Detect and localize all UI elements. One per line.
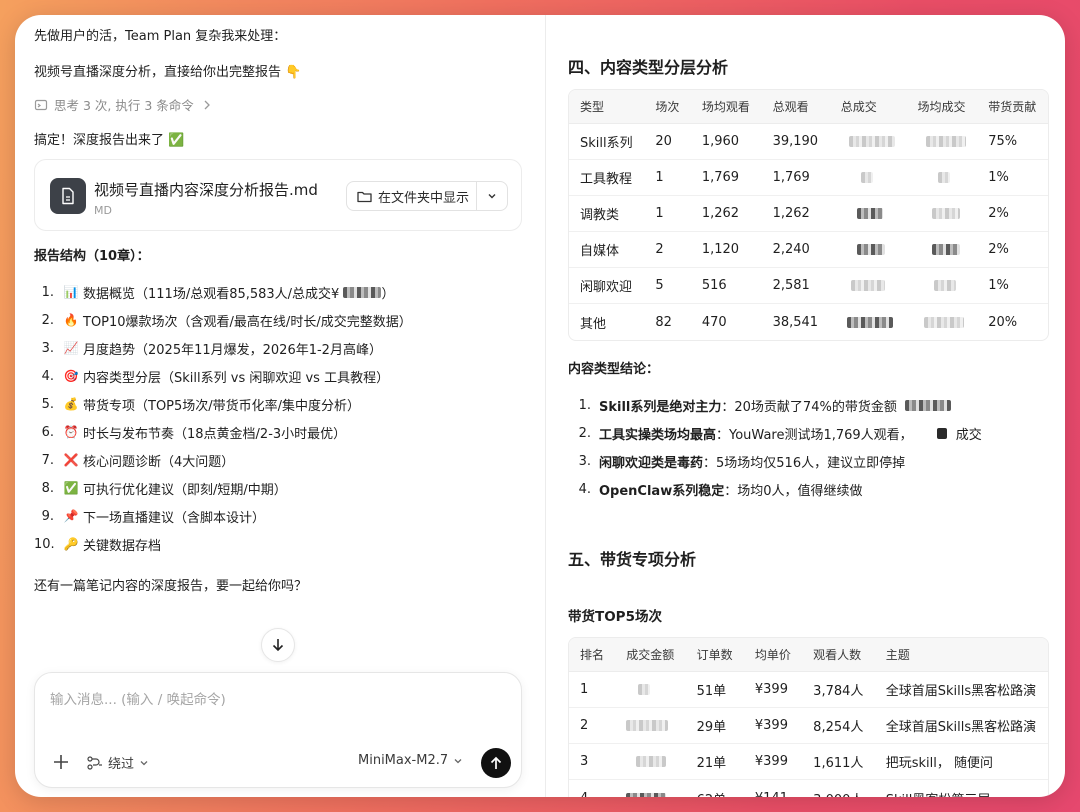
column-header: 均单价 [743,638,803,672]
structure-list: 1. 📊 数据概览（111场/总观看85,583人/总成交¥ ） 2. 🔥 TOP10爆… [34,278,412,558]
mode-selector[interactable]: 绕过 [87,753,149,772]
table-row: 2 29单 ¥399 8,254人 全球首届Skills黑客松路演 [569,708,1048,744]
column-header: 排名 [569,638,616,672]
redacted-cell [829,196,907,232]
column-header: 场均观看 [690,90,762,124]
conclusion-list: 1. Skill系列是绝对主力 ：20场贡献了74%的带货金额 2. 工具实操类场均最… [578,391,982,503]
redacted-value [343,286,382,298]
chevron-down-icon [140,760,148,765]
column-header: 观看人数 [802,638,875,672]
column-header: 订单数 [685,638,744,672]
show-in-folder-label: 在文件夹中显示 [378,190,470,206]
column-header: 总观看 [761,90,830,124]
section-heading: 四、内容类型分层分析 [568,58,729,77]
table-row: 自媒体 2 1,120 2,240 2% [569,232,1048,268]
model-label: MiniMax-M2.7 [358,753,449,768]
chevron-down-icon[interactable] [477,182,507,210]
content-type-table: 类型 场次 场均观看 总观看 总成交 场均成交 带货贡献 Skill系列 20 1,… [568,89,1049,341]
plus-icon[interactable] [51,752,71,772]
redacted-cell [906,124,978,160]
column-header: 成交金额 [615,638,686,672]
redacted-cell [830,304,907,340]
mode-label: 绕过 [108,757,135,772]
list-item: 2. 🔥 TOP10爆款场次（含观看/最高在线/时长/成交完整数据） [41,312,412,330]
message-line: 先做用户的活，Team Plan 复杂我来处理： [34,29,287,44]
table-row: 4 62单¥1413,000人Skill黑客松第三届 [569,780,1048,797]
thinking-summary[interactable]: 思考 3 次, 执行 3 条命令 [34,95,214,114]
subsection-heading: 带货TOP5场次 [568,609,662,625]
redacted-cell [829,232,907,268]
message-line: 搞定！深度报告出来了 ✅ [34,133,185,148]
list-item: 2. 工具实操类场均最高 ：YouWare测试场1,769人观看， 成交 [578,425,982,443]
structure-title: 报告结构（10章）： [34,249,150,264]
list-item: 4. 🎯 内容类型分层（Skill系列 vs 闲聊欢迎 vs 工具教程） [41,368,390,386]
redacted-cell [615,708,686,744]
arrow-down-icon [272,639,284,652]
file-title: 视频号直播内容深度分析报告.md [94,181,318,199]
column-header: 带货贡献 [977,90,1048,124]
list-item: 7. ❌ 核心问题诊断（4大问题） [41,452,235,470]
report-panel: 四、内容类型分层分析 类型 场次 场均观看 总观看 总成交 场均成交 带货贡献 … [546,15,1065,797]
conclusion-title: 内容类型结论： [568,362,660,377]
redacted-value [937,427,948,439]
message-line: 视频号直播深度分析，直接给你出完整报告 👇 [34,65,302,80]
list-item: 1. 📊 数据概览（111场/总观看85,583人/总成交¥ ） [41,284,395,302]
send-button[interactable] [481,748,511,778]
column-header: 场均成交 [906,90,978,124]
list-item: 4. OpenClaw系列稳定 ：场均0人，值得继续做 [578,481,863,499]
redacted-cell [829,124,907,160]
redacted-cell [615,780,685,797]
redacted-cell [906,196,978,232]
message-line: 还有一篇笔记内容的深度报告，要一起给你吗？ [34,579,308,594]
list-item: 9. 📌 下一场直播建议（含脚本设计） [41,508,266,526]
model-selector[interactable]: MiniMax-M2.7 [358,753,463,768]
chevron-down-icon [454,758,462,763]
list-item: 1. Skill系列是绝对主力 ：20场贡献了74%的带货金额 [579,391,982,419]
column-header: 类型 [569,90,645,124]
table-row: 闲聊欢迎 5 516 2,581 1% [569,268,1048,304]
bypass-icon [87,755,102,770]
terminal-icon [34,99,48,110]
list-item: 6. ⏰ 时长与发布节奏（18点黄金档/2-3小时最优） [41,424,347,442]
arrow-up-icon [490,756,502,769]
scroll-to-bottom-button[interactable] [261,628,295,662]
column-header: 主题 [874,638,1048,672]
column-header: 场次 [644,90,691,124]
chat-panel: 先做用户的活，Team Plan 复杂我来处理： 视频号直播深度分析，直接给你出… [15,15,545,797]
thinking-label: 思考 3 次, 执行 3 条命令 [54,98,194,113]
section-heading: 五、带货专项分析 [568,550,697,569]
message-composer[interactable]: 输入消息... (输入 / 唤起命令) 绕过 MiniMax-M2.7 [34,672,522,788]
redacted-cell [906,268,978,304]
redacted-cell [907,304,978,340]
top5-sales-table: 排名 成交金额 订单数 均单价 观看人数 主题 1 51单 ¥399 3,784人全… [568,637,1049,797]
document-icon [50,178,86,214]
redacted-cell [829,160,907,196]
redacted-cell [906,160,978,196]
folder-icon [357,191,372,202]
redacted-cell [615,672,686,708]
list-item: 8. ✅ 可执行优化建议（即刻/短期/中期） [41,480,287,498]
table-row: 调教类 1 1,262 1,262 2% [569,196,1048,232]
table-row: Skill系列 20 1,960 39,190 75% [569,124,1048,160]
file-card[interactable]: 视频号直播内容深度分析报告.md MD 在文件夹中显示 [34,159,522,231]
table-row: 1 51单 ¥399 3,784人 全球首届Skills黑客松路演 [569,672,1048,708]
app-window: 先做用户的活，Team Plan 复杂我来处理： 视频号直播深度分析，直接给你出… [15,15,1065,797]
message-input[interactable]: 输入消息... (输入 / 唤起命令) [50,688,226,708]
redacted-cell [906,232,978,268]
chevron-right-icon [204,100,210,109]
list-item: 3. 闲聊欢迎类是毒药 ：5场场均仅516人，建议立即停掉 [578,453,906,471]
list-item: 5. 💰 带货专项（TOP5场次/带货币化率/集中度分析） [41,396,361,414]
list-item: 10. 🔑 关键数据存档 [34,536,162,554]
redacted-cell [615,744,686,780]
table-row: 3 21单 ¥399 1,611人 把玩skill， 随便问 [569,744,1048,780]
show-in-folder-button[interactable]: 在文件夹中显示 [346,181,508,211]
column-header: 总成交 [829,90,907,124]
table-row: 其他 82 470 38,541 20% [569,304,1048,340]
table-row: 工具教程 1 1,769 1,769 1% [569,160,1048,196]
redacted-value [905,399,952,411]
list-item: 3. 📈 月度趋势（2025年11月爆发，2026年1-2月高峰） [41,340,382,358]
file-type: MD [94,204,112,217]
redacted-cell [829,268,907,304]
